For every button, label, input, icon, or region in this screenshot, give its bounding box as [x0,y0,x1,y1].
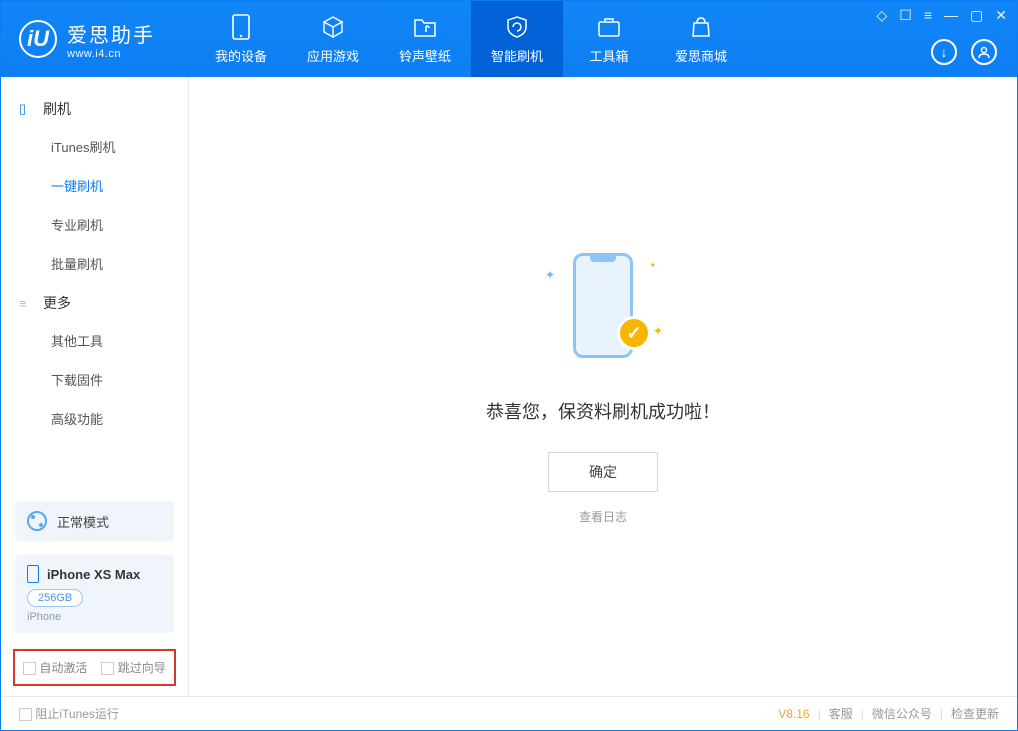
status-bar: 阻止iTunes运行 V8.16 | 客服 | 微信公众号 | 检查更新 [1,696,1017,730]
music-folder-icon [412,14,438,40]
option-skip-guide[interactable]: 跳过向导 [101,659,165,676]
header-right-icons: ↓ [931,39,997,65]
app-title: 爱思助手 [67,19,155,48]
tab-my-device[interactable]: 我的设备 [195,1,287,77]
sidebar-item-itunes-flash[interactable]: iTunes刷机 [1,127,188,166]
feedback-icon[interactable]: ☐ [899,7,912,24]
sidebar-section-more: ≡ 更多 [1,283,188,321]
maximize-icon[interactable]: ▢ [970,7,983,24]
tab-smart-flash[interactable]: 智能刷机 [471,1,563,77]
minimize-icon[interactable]: — [944,7,958,24]
shield-refresh-icon [504,14,530,40]
ok-button[interactable]: 确定 [548,452,658,492]
option-block-itunes[interactable]: 阻止iTunes运行 [19,705,119,722]
version-label: V8.16 [778,707,809,721]
list-icon: ≡ [19,296,33,311]
phone-outline-icon: ▯ [19,101,33,117]
checkmark-badge-icon: ✓ [617,316,651,350]
main-tabs: 我的设备 应用游戏 铃声壁纸 智能刷机 工具箱 爱思商城 [195,1,747,77]
tab-store[interactable]: 爱思商城 [655,1,747,77]
wechat-link[interactable]: 微信公众号 [872,705,932,722]
success-illustration: ✓ ✦ ✦ • [543,248,663,368]
user-icon[interactable] [971,39,997,65]
check-update-link[interactable]: 检查更新 [951,705,999,722]
checkbox-icon [101,662,114,675]
sparkle-icon: ✦ [653,324,663,338]
tab-ringtones[interactable]: 铃声壁纸 [379,1,471,77]
sparkle-icon: • [651,258,655,272]
app-header: iU 爱思助手 www.i4.cn 我的设备 应用游戏 铃声壁纸 智能刷机 工具… [1,1,1017,77]
sidebar-item-download-firmware[interactable]: 下载固件 [1,360,188,399]
device-type: iPhone [27,611,162,623]
mode-icon [27,511,47,531]
success-message: 恭喜您，保资料刷机成功啦！ [486,398,720,424]
download-icon[interactable]: ↓ [931,39,957,65]
checkbox-icon [23,662,36,675]
sparkle-icon: ✦ [545,268,555,282]
device-storage-badge: 256GB [27,589,83,607]
logo-icon: iU [19,20,57,58]
menu-icon[interactable]: ≡ [924,7,932,24]
tab-apps-games[interactable]: 应用游戏 [287,1,379,77]
sidebar-item-batch-flash[interactable]: 批量刷机 [1,244,188,283]
close-icon[interactable]: ✕ [995,7,1007,24]
main-content: ✓ ✦ ✦ • 恭喜您，保资料刷机成功啦！ 确定 查看日志 [189,77,1017,696]
app-subtitle: www.i4.cn [67,48,155,60]
checkbox-icon [19,708,32,721]
mode-label: 正常模式 [57,512,109,531]
support-link[interactable]: 客服 [829,705,853,722]
tab-toolbox[interactable]: 工具箱 [563,1,655,77]
app-logo: iU 爱思助手 www.i4.cn [19,19,155,60]
briefcase-icon [596,14,622,40]
sidebar-section-flash: ▯ 刷机 [1,89,188,127]
device-info-panel[interactable]: iPhone XS Max 256GB iPhone [15,555,174,633]
sidebar-item-pro-flash[interactable]: 专业刷机 [1,205,188,244]
sidebar-item-onekey-flash[interactable]: 一键刷机 [1,166,188,205]
device-name: iPhone XS Max [47,567,140,582]
bag-icon [689,14,713,40]
window-controls: ◇ ☐ ≡ — ▢ ✕ [877,7,1007,24]
skin-icon[interactable]: ◇ [877,7,888,24]
highlighted-options: 自动激活 跳过向导 [13,649,176,686]
sidebar-item-other-tools[interactable]: 其他工具 [1,321,188,360]
cube-icon [320,14,346,40]
device-mode-panel[interactable]: 正常模式 [15,501,174,541]
device-phone-icon [27,565,39,583]
sidebar: ▯ 刷机 iTunes刷机 一键刷机 专业刷机 批量刷机 ≡ 更多 其他工具 下… [1,77,189,696]
sidebar-item-advanced[interactable]: 高级功能 [1,399,188,438]
option-auto-activate[interactable]: 自动激活 [23,659,87,676]
phone-icon [232,14,250,40]
view-log-link[interactable]: 查看日志 [579,508,627,525]
